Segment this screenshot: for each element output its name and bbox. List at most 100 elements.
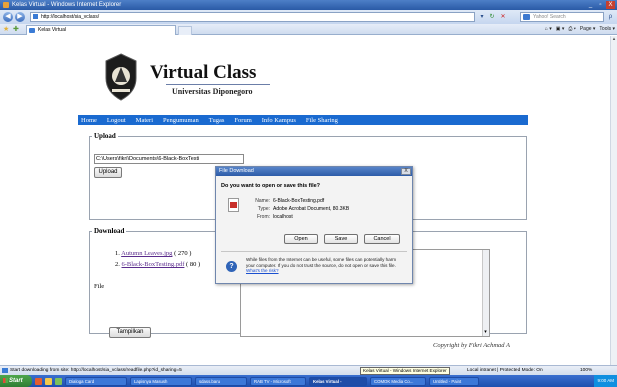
add-favorites-icon[interactable]: ✚ [13,25,19,34]
file-label: File [94,283,105,290]
site-title: Virtual Class [150,62,257,83]
page-menu[interactable]: Page ▾ [580,25,596,34]
scroll-up-icon[interactable]: ▴ [611,36,617,43]
from-key: From: [256,214,270,220]
type-value: Adobe Acrobat Document, 80.3KB [273,206,350,212]
page-scrollbar[interactable]: ▴ [610,36,617,365]
tab-kelas-virtual[interactable]: Kelas Virtual [26,25,176,35]
list-item: 2. 6-Black-BoxTesting.pdf ( 80 ) [115,261,200,268]
tampilkan-button[interactable]: Tampilkan [109,327,151,338]
new-tab-button[interactable] [178,26,192,35]
file-type-row: Type: Adobe Acrobat Document, 80.3KB [250,206,349,212]
menu-pengumuman[interactable]: Pengumuman [163,117,199,124]
tab-favicon-icon [29,28,35,33]
start-button[interactable]: Start [0,375,32,387]
minimize-button[interactable]: _ [586,1,595,9]
site-menu: Home Logout Materi Pengumuman Tugas Foru… [78,115,528,125]
window-tooltip: Kelas Virtual - Windows Internet Explore… [360,367,450,375]
upload-legend: Upload [94,132,116,140]
menu-logout[interactable]: Logout [107,117,126,124]
print-icon[interactable]: ⎙ ▾ [568,25,576,34]
quicklaunch-icon[interactable] [35,377,42,385]
menu-file-sharing[interactable]: File Sharing [306,117,338,124]
dropdown-arrow-icon[interactable]: ▾ [478,13,486,21]
window-titlebar: Kelas Virtual - Windows Internet Explore… [0,0,617,10]
taskbar-button[interactable]: Dialoga Card [65,376,127,386]
file-path-input[interactable]: C:\Users\fikri\Documents\6-Black-BoxTest… [94,154,244,164]
taskbar-button[interactable]: COMOK Media Co... [370,376,426,386]
tab-bar: ★ ✚ Kelas Virtual ⌂ ▾ ▣ ▾ ⎙ ▾ Page ▾ Too… [0,24,617,35]
yahoo-icon [523,14,530,20]
zoom-level[interactable]: 100% [580,366,592,375]
dialog-question: Do you want to open or save this file? [221,183,321,189]
open-button[interactable]: Open [284,234,318,244]
item-number: 2. [115,261,120,268]
window-controls: _ ▫ X [586,1,615,9]
system-tray-clock[interactable]: 9:00 AM [594,375,617,387]
favorites-star-icon[interactable]: ★ [3,25,9,34]
status-bar: Start downloading from site: http://loca… [0,365,617,375]
close-button[interactable]: X [606,1,615,9]
dialog-separator [221,251,407,252]
download-link[interactable]: Autumn Leaves.jpg [121,250,172,257]
download-link[interactable]: 6-Black-BoxTesting.pdf [122,261,185,268]
page-viewport: Virtual Class Universitas Diponegoro Hom… [0,36,610,365]
tools-menu[interactable]: Tools ▾ [599,25,615,34]
ie-icon [3,2,9,8]
back-button[interactable]: ◀ [3,12,13,22]
quicklaunch-icon[interactable] [45,377,52,385]
upload-button[interactable]: Upload [94,167,122,178]
address-toolbar: ◀ ▶ http://localhost/sia_vclass/ ▾ ↻ ✕ Y… [0,10,617,24]
dialog-title: File Download [219,168,254,174]
taskbar-button[interactable]: Kelas Virtual - [309,376,367,386]
save-button[interactable]: Save [324,234,358,244]
scroll-down-icon[interactable]: ▾ [482,329,489,336]
whats-the-risk-link[interactable]: What's the risk? [246,268,279,273]
name-value: 6-Black-BoxTesting.pdf [273,198,325,204]
menu-tugas[interactable]: Tugas [209,117,225,124]
maximize-button[interactable]: ▫ [596,1,605,9]
windows-taskbar: Start Dialoga Card Lapisnya Masush sdass… [0,375,617,387]
warning-text: While files from the Internet can be use… [246,257,397,268]
taskbar-button[interactable]: Untitled - Paint [429,376,479,386]
window-title: Kelas Virtual - Windows Internet Explore… [12,2,122,8]
status-text: Start downloading from site: http://loca… [10,368,182,373]
menu-forum[interactable]: Forum [234,117,251,124]
dialog-titlebar: File Download X [216,167,412,176]
menu-materi[interactable]: Materi [136,117,153,124]
textarea-scrollbar[interactable] [482,250,489,336]
title-rule [166,84,270,85]
status-page-icon [2,368,8,373]
forward-button[interactable]: ▶ [15,12,25,22]
stop-icon[interactable]: ✕ [499,13,507,21]
taskbar-button[interactable]: Lapisnya Masush [130,376,192,386]
security-warning: While files from the Internet can be use… [246,257,406,274]
tab-label: Kelas Virtual [38,27,66,33]
feeds-icon[interactable]: ▣ ▾ [556,25,565,34]
page-favicon-icon [33,14,38,19]
file-size: ( 80 ) [186,261,201,268]
item-number: 1. [115,250,120,257]
taskbar-button[interactable]: sdass.baru [195,376,247,386]
file-name-row: Name: 6-Black-BoxTesting.pdf [250,198,324,204]
menu-info-kampus[interactable]: Info Kampus [262,117,296,124]
search-go-icon[interactable]: ρ [606,12,615,22]
menu-home[interactable]: Home [81,117,97,124]
site-header: Virtual Class Universitas Diponegoro [78,48,528,114]
search-input[interactable]: Yahoo! Search [520,12,604,22]
file-download-dialog: File Download X Do you want to open or s… [215,166,413,284]
url-input[interactable]: http://localhost/sia_vclass/ [30,12,475,22]
security-shield-icon: ? [226,261,237,272]
type-key: Type: [257,206,270,212]
name-key: Name: [255,198,270,204]
download-legend: Download [94,227,125,235]
home-icon[interactable]: ⌂ ▾ [545,25,552,34]
quicklaunch-icon[interactable] [55,377,62,385]
dialog-close-button[interactable]: X [401,168,411,175]
file-size: ( 270 ) [174,250,192,257]
taskbar-button[interactable]: RAB TV - Microsoft [250,376,306,386]
cancel-button[interactable]: Cancel [364,234,400,244]
security-zone: Local intranet | Protected Mode: On [467,368,543,373]
search-placeholder: Yahoo! Search [533,14,566,20]
refresh-icon[interactable]: ↻ [488,13,496,21]
